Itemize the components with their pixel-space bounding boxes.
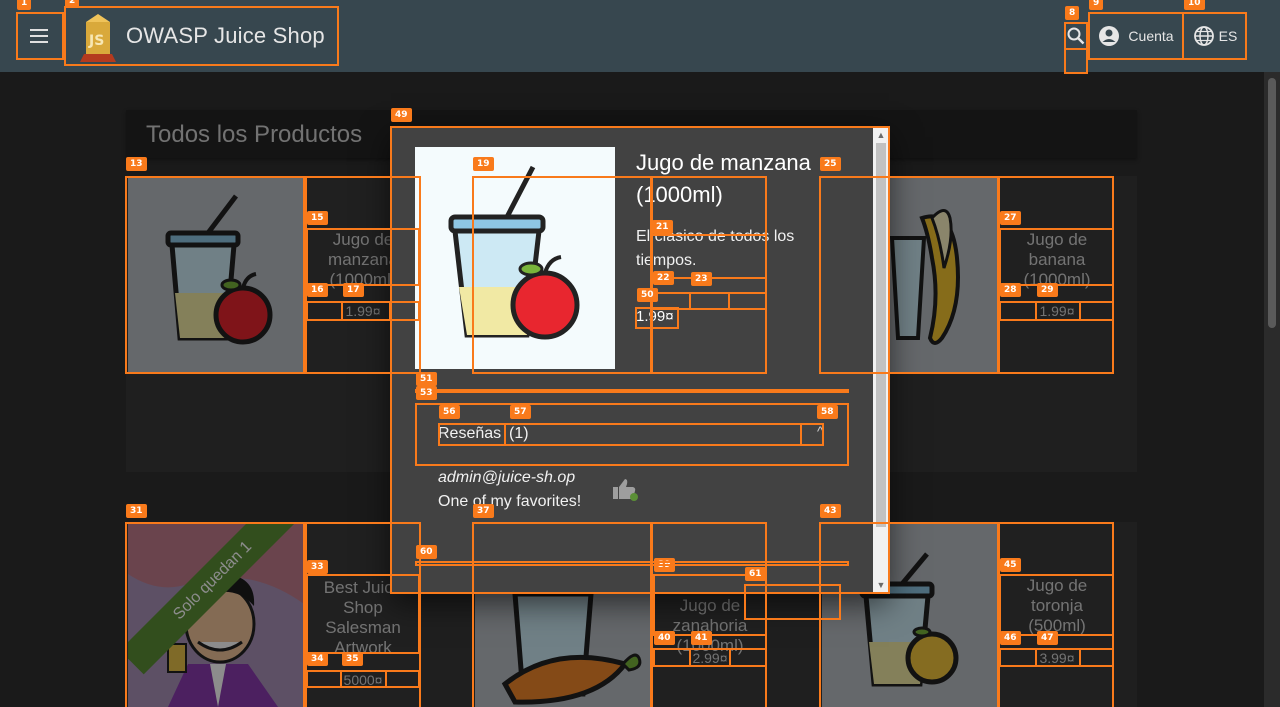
reviews-count: (1) — [509, 425, 529, 442]
search-field[interactable] — [1064, 48, 1088, 74]
scroll-down-icon[interactable]: ▼ — [873, 579, 889, 591]
dialog-divider-bottom — [415, 561, 849, 563]
reviews-label: Reseñas — [438, 425, 502, 442]
page-scrollbar-thumb[interactable] — [1268, 78, 1276, 328]
scroll-up-icon[interactable]: ▲ — [873, 129, 889, 141]
dialog-product-price: 1.99¤ — [636, 308, 674, 325]
menu-button[interactable] — [16, 12, 64, 60]
reviews-expansion-panel[interactable]: Reseñas (1) ^ — [415, 403, 849, 465]
search-button[interactable] — [1064, 22, 1088, 50]
dialog-product-description: El clásico de todos los tiempos. — [636, 228, 795, 269]
app-title: OWASP Juice Shop — [126, 23, 325, 48]
dialog-scrollbar[interactable]: ▲ ▼ — [873, 127, 889, 593]
dialog-product-title: Jugo de manzana (1000ml) — [636, 150, 811, 207]
account-button[interactable]: Cuenta — [1088, 12, 1184, 60]
account-label: Cuenta — [1128, 28, 1174, 44]
apple-juice-image-icon — [448, 165, 580, 340]
dialog-divider — [415, 389, 849, 391]
search-icon — [1067, 27, 1085, 45]
juice-shop-logo-icon: JS — [80, 14, 116, 62]
review-author: admin@juice-sh.op — [438, 469, 576, 486]
home-logo-button[interactable]: JS OWASP Juice Shop — [64, 6, 339, 66]
review-text: One of my favorites! — [438, 493, 582, 510]
dialog-product-image — [415, 147, 615, 369]
dialog-scrollbar-thumb[interactable] — [876, 143, 886, 527]
language-button[interactable]: ES — [1184, 12, 1246, 60]
chevron-up-icon[interactable]: ^ — [817, 423, 824, 439]
page-scrollbar[interactable] — [1264, 72, 1280, 707]
globe-icon — [1193, 26, 1214, 46]
product-details-dialog: Jugo de manzana (1000ml) El clásico de t… — [391, 127, 889, 593]
account-circle-icon — [1099, 26, 1120, 46]
hamburger-menu-icon — [30, 29, 48, 43]
svg-text:JS: JS — [88, 33, 104, 49]
thumb-up-icon[interactable] — [611, 477, 639, 501]
language-label: ES — [1218, 28, 1238, 44]
